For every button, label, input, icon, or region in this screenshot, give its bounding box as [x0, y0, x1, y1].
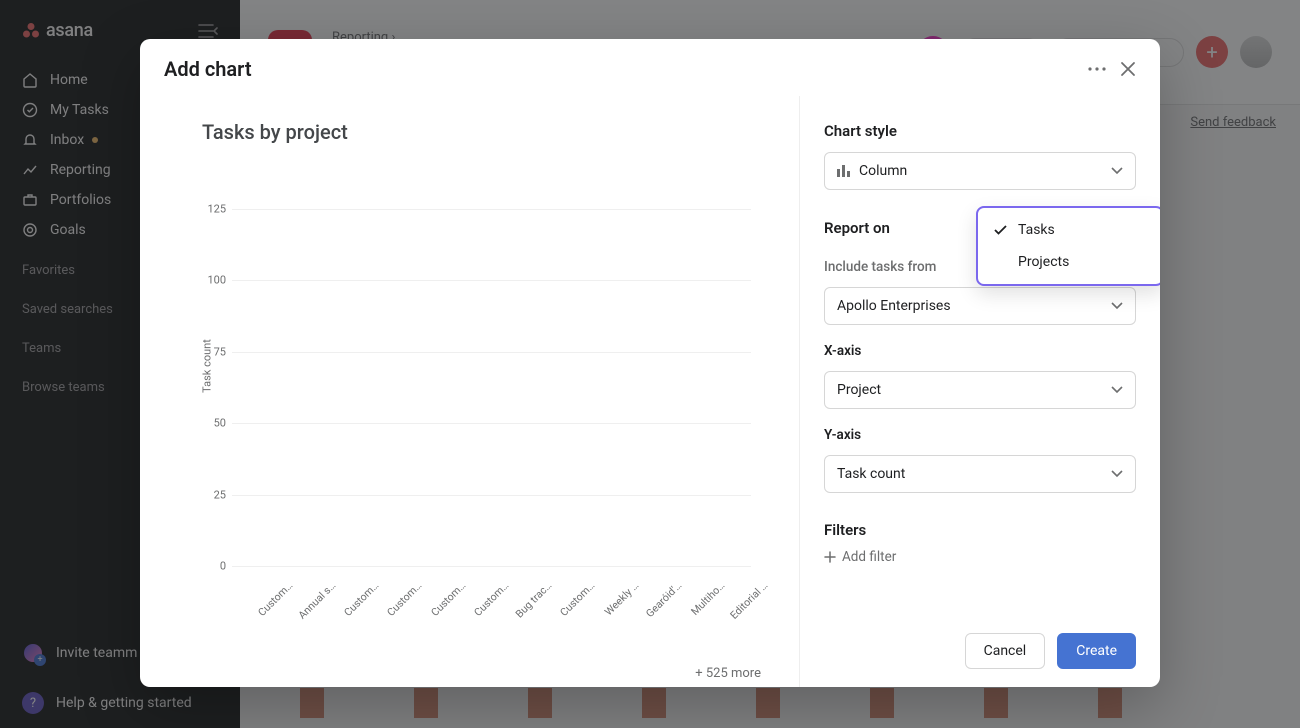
column-chart-icon [837, 165, 851, 177]
config-pane: Chart style Column Report on Tasks Tasks [799, 96, 1160, 687]
y-tick-label: 125 [194, 202, 226, 215]
chart-style-select[interactable]: Column [824, 152, 1136, 190]
chevron-down-icon [1111, 167, 1123, 175]
dropdown-option-tasks[interactable]: Tasks [978, 214, 1160, 246]
y-axis-value: Task count [837, 466, 905, 482]
more-actions-icon[interactable] [1088, 67, 1106, 71]
modal-header: Add chart [140, 39, 1160, 96]
y-tick-label: 100 [194, 274, 226, 287]
y-tick-label: 50 [194, 417, 226, 430]
include-from-select[interactable]: Apollo Enterprises [824, 287, 1136, 325]
dropdown-option-projects[interactable]: Projects [978, 246, 1160, 278]
check-icon [994, 225, 1008, 235]
x-axis-select[interactable]: Project [824, 371, 1136, 409]
modal-title: Add chart [164, 57, 252, 81]
y-tick-label: 0 [194, 560, 226, 573]
plus-icon [824, 551, 836, 563]
create-button[interactable]: Create [1057, 633, 1136, 669]
chart-area: Task count 0255075100125Custom…Annual s…… [232, 166, 751, 566]
x-axis-value: Project [837, 382, 881, 398]
dropdown-option-label: Tasks [1018, 222, 1055, 238]
cancel-button[interactable]: Cancel [965, 633, 1046, 669]
report-on-dropdown: Tasks Projects [976, 206, 1160, 286]
close-icon[interactable] [1120, 61, 1136, 77]
filters-label: Filters [824, 521, 1136, 539]
chevron-down-icon [1111, 386, 1123, 394]
chevron-down-icon [1111, 470, 1123, 478]
y-axis-select[interactable]: Task count [824, 455, 1136, 493]
add-filter-button[interactable]: Add filter [824, 549, 1136, 565]
x-axis-label: X-axis [824, 343, 1136, 359]
bars-container: Custom…Annual s…Custom…Custom…Custom…Cus… [232, 166, 751, 566]
chart-more-note: + 525 more [695, 666, 761, 681]
chart-title: Tasks by project [202, 120, 761, 144]
chart-style-value: Column [859, 163, 907, 179]
add-filter-label: Add filter [842, 549, 896, 565]
y-tick-label: 75 [194, 345, 226, 358]
report-on-label: Report on [824, 219, 890, 237]
dropdown-option-label: Projects [1018, 254, 1069, 270]
chevron-down-icon [1111, 302, 1123, 310]
gridline [232, 566, 751, 567]
y-tick-label: 25 [194, 488, 226, 501]
modal-footer: Cancel Create [965, 633, 1136, 669]
chart-style-label: Chart style [824, 122, 1136, 140]
add-chart-modal: Add chart Tasks by project Task count 02… [140, 39, 1160, 687]
y-axis-label: Y-axis [824, 427, 1136, 443]
include-from-value: Apollo Enterprises [837, 298, 951, 314]
chart-preview-pane: Tasks by project Task count 025507510012… [140, 96, 799, 687]
